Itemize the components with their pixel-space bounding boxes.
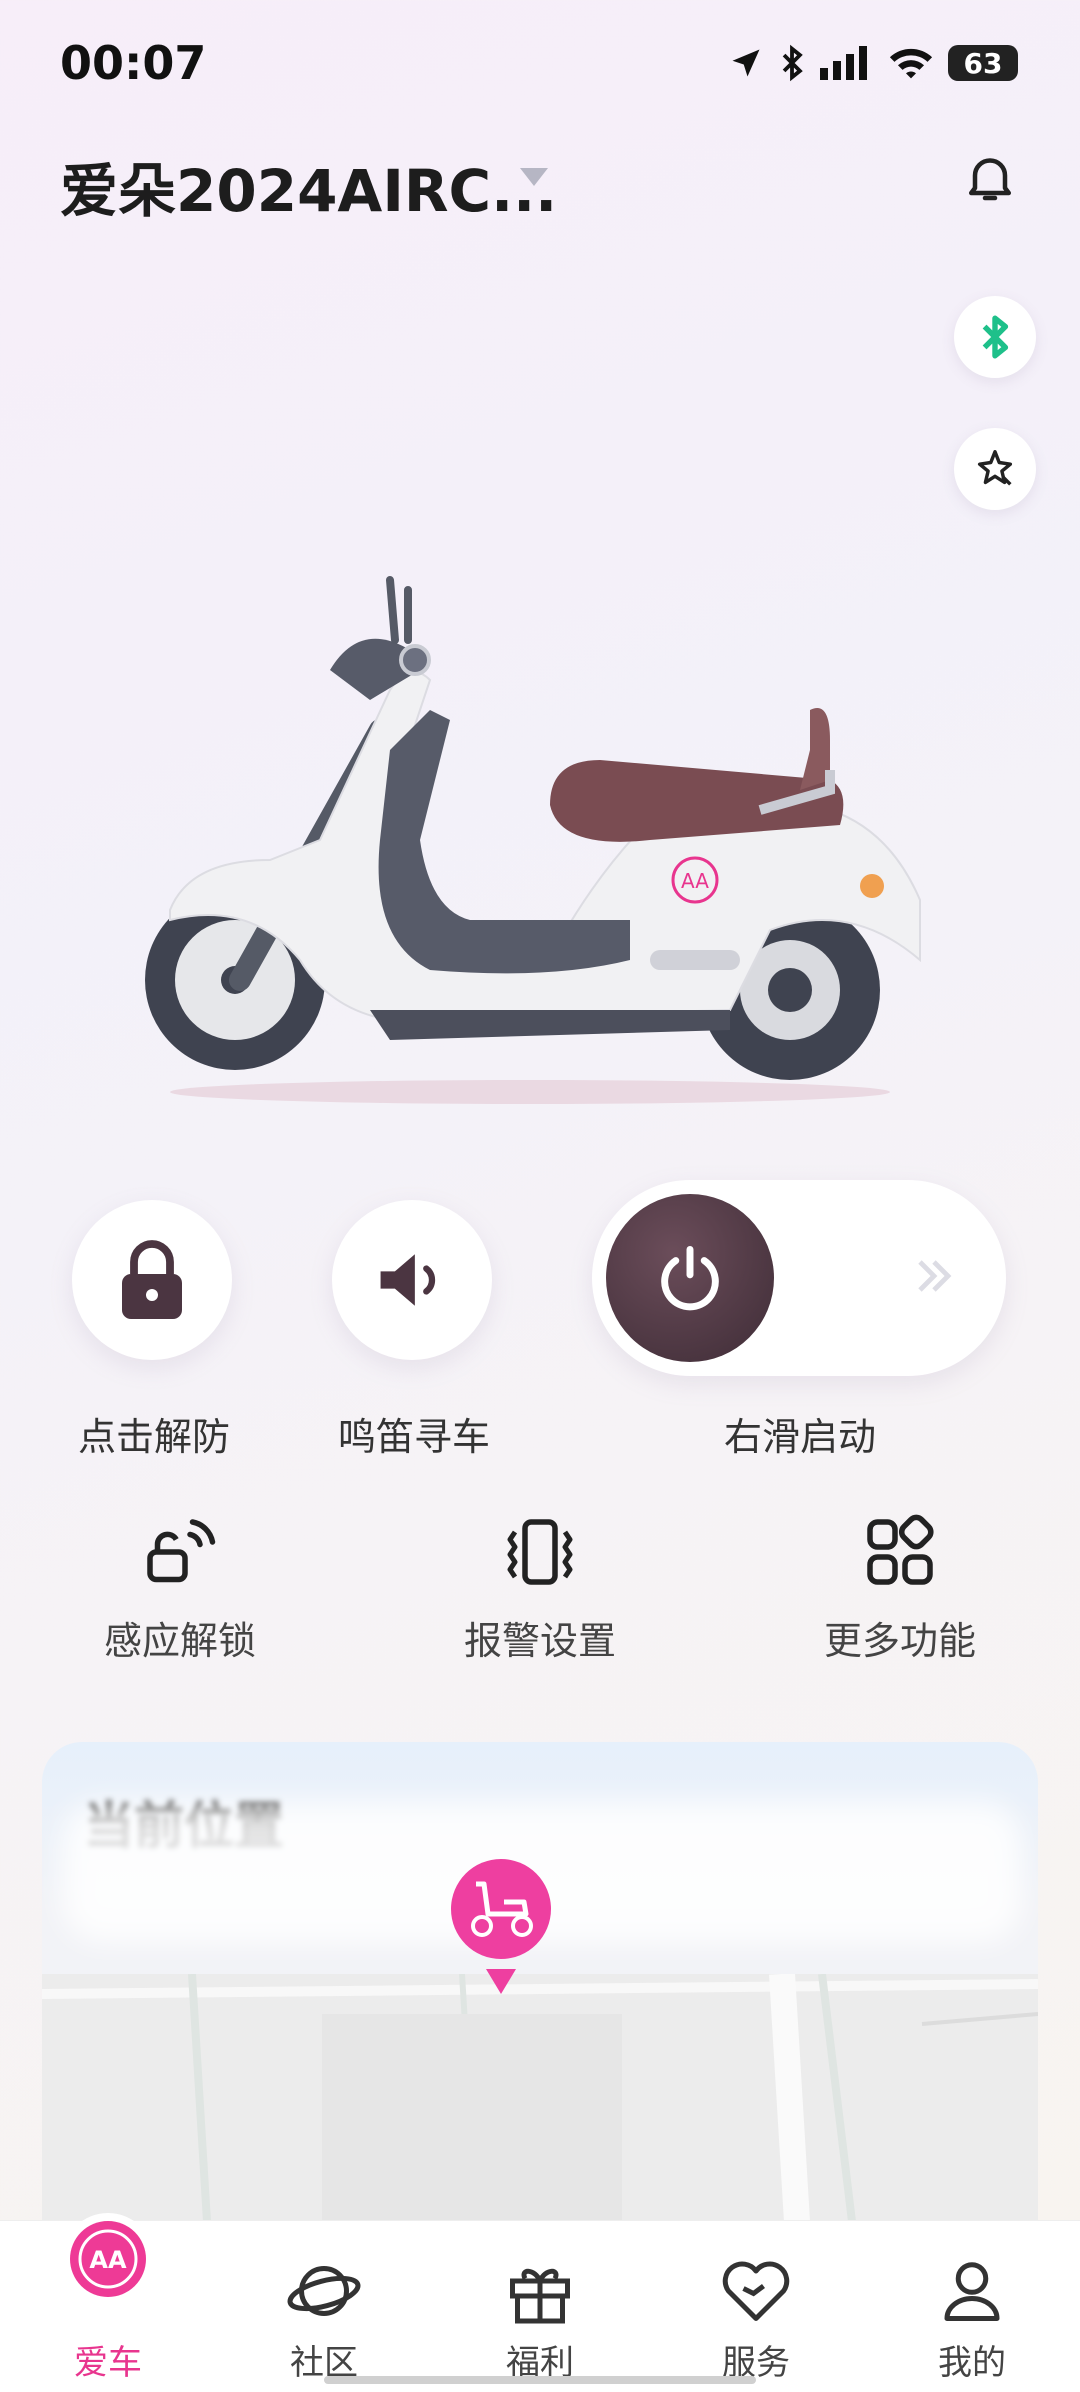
vehicle-selector[interactable]: 爱朵2024AIRC... <box>60 144 557 228</box>
signal-icon <box>820 46 867 80</box>
lock-icon <box>122 1240 182 1319</box>
status-bar: 00:07 63 <box>0 0 1080 130</box>
gift-icon <box>510 2268 570 2324</box>
power-knob[interactable] <box>606 1194 774 1362</box>
customize-button[interactable] <box>954 428 1036 510</box>
tab-label: 爱车 <box>74 2343 142 2383</box>
tab-bar: AA 爱车 社区 福利 服务 我的 <box>0 2213 1080 2392</box>
tab-benefits[interactable]: 福利 <box>432 2221 648 2392</box>
alarm-settings-button[interactable]: 报警设置 <box>420 1512 660 1665</box>
svg-text:AA: AA <box>89 2246 127 2274</box>
more-grid-icon <box>867 1514 934 1585</box>
bluetooth-button[interactable] <box>954 296 1036 378</box>
proximity-unlock-label: 感应解锁 <box>103 1619 256 1663</box>
proximity-unlock-icon <box>147 1519 216 1583</box>
unlock-label: 点击解防 <box>77 1415 230 1459</box>
horn-button[interactable] <box>332 1200 492 1360</box>
sparkle-icon <box>977 450 1013 486</box>
start-slider[interactable] <box>592 1180 1006 1376</box>
home-indicator[interactable] <box>324 2376 756 2384</box>
scooter-image: AA <box>145 576 921 1104</box>
tab-label: 我的 <box>938 2343 1006 2383</box>
planet-icon <box>287 2266 361 2316</box>
more-functions-label: 更多功能 <box>823 1619 976 1663</box>
heart-icon <box>722 2261 790 2321</box>
bluetooth-status-icon <box>782 44 803 82</box>
more-functions-button[interactable]: 更多功能 <box>780 1512 1020 1665</box>
brand-logo-icon: AA <box>62 2213 154 2305</box>
vibration-alarm-icon <box>507 1519 573 1585</box>
tab-service[interactable]: 服务 <box>648 2221 864 2392</box>
proximity-unlock-button[interactable]: 感应解锁 <box>60 1512 300 1665</box>
unlock-button[interactable] <box>72 1200 232 1360</box>
scooter-location-pin[interactable] <box>446 1854 556 2004</box>
user-icon <box>944 2262 1000 2321</box>
speaker-icon <box>380 1254 436 1306</box>
header: 爱朵2024AIRC... <box>60 140 1020 225</box>
start-label: 右滑启动 <box>723 1415 876 1459</box>
horn-label: 鸣笛寻车 <box>337 1415 490 1459</box>
status-time: 00:07 <box>60 36 207 90</box>
location-arrow-icon <box>732 49 760 77</box>
bluetooth-icon <box>982 315 1009 359</box>
chevron-down-icon[interactable] <box>520 168 548 186</box>
tab-my-car[interactable]: AA 爱车 <box>0 2213 216 2392</box>
tab-mine[interactable]: 我的 <box>864 2221 1080 2392</box>
svg-text:AA: AA <box>681 869 709 893</box>
power-icon <box>661 1246 719 1311</box>
tab-community[interactable]: 社区 <box>216 2221 432 2392</box>
bell-icon[interactable] <box>960 148 1020 208</box>
location-card[interactable]: 当前位置 <box>42 1742 1038 2302</box>
battery-indicator: 63 <box>948 45 1018 81</box>
wifi-icon <box>889 48 933 79</box>
double-chevron-right-icon <box>918 1260 952 1292</box>
alarm-settings-label: 报警设置 <box>463 1619 616 1663</box>
status-icons: 63 <box>728 44 1018 82</box>
